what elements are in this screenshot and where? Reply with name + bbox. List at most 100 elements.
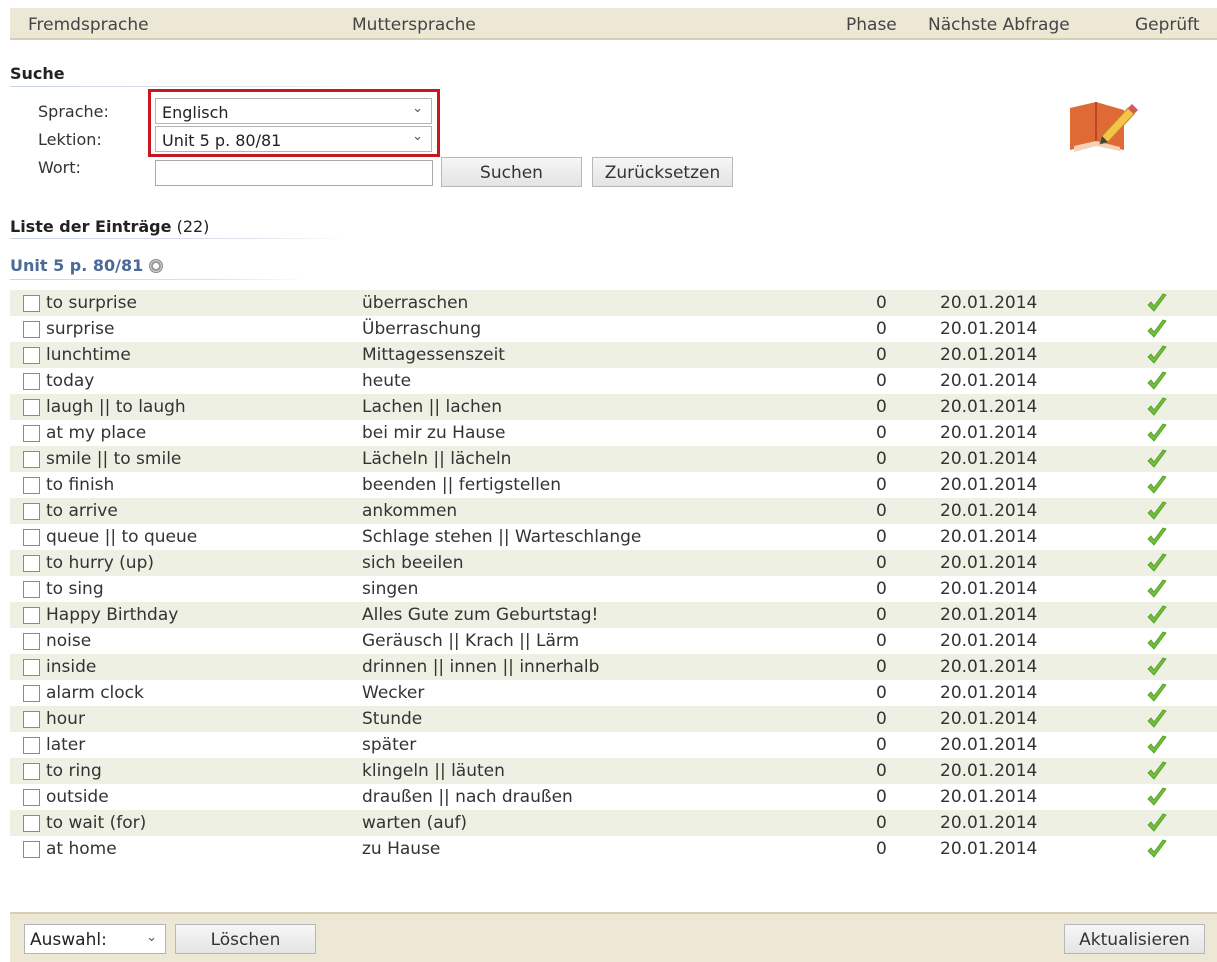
native-word: zu Hause <box>362 839 441 859</box>
phase-value: 0 <box>876 319 887 339</box>
table-row[interactable]: inside drinnen || innen || innerhalb 0 20.0… <box>10 654 1217 680</box>
row-checkbox[interactable] <box>23 451 40 468</box>
entries-list-title-text: Liste der Einträge <box>10 217 172 236</box>
table-row[interactable]: noise Geräusch || Krach || Lärm 0 20.01.201… <box>10 628 1217 654</box>
table-row[interactable]: Happy Birthday Alles Gute zum Geburtstag!… <box>10 602 1217 628</box>
delete-button[interactable]: Löschen <box>175 924 316 954</box>
foreign-word: to wait (for) <box>46 813 147 833</box>
table-row[interactable]: to finish beenden || fertigstellen 0 20.01.… <box>10 472 1217 498</box>
phase-value: 0 <box>876 501 887 521</box>
next-query-date: 20.01.2014 <box>940 527 1038 547</box>
table-row[interactable]: lunchtime Mittagessenszeit 0 20.01.2014 <box>10 342 1217 368</box>
checkmark-icon <box>1147 657 1167 676</box>
checkmark-icon <box>1147 605 1167 624</box>
row-checkbox[interactable] <box>23 841 40 858</box>
row-checkbox[interactable] <box>23 503 40 520</box>
lesson-select[interactable]: Unit 5 p. 80/81 ⌄ <box>155 126 432 152</box>
native-word: Lachen || lachen <box>362 397 503 417</box>
checkmark-icon <box>1147 527 1167 546</box>
phase-value: 0 <box>876 631 887 651</box>
next-query-date: 20.01.2014 <box>940 631 1038 651</box>
native-word: bei mir zu Hause <box>362 423 506 443</box>
table-row[interactable]: outside draußen || nach draußen 0 20.01.201… <box>10 784 1217 810</box>
table-row[interactable]: laugh || to laugh Lachen || lachen 0 20.01.… <box>10 394 1217 420</box>
selection-action-select[interactable]: Auswahl: ⌄ <box>24 924 166 954</box>
column-header-foreign[interactable]: Fremdsprache <box>28 15 149 35</box>
table-row[interactable]: to arrive ankommen 0 20.01.2014 <box>10 498 1217 524</box>
next-query-date: 20.01.2014 <box>940 293 1038 313</box>
table-row[interactable]: at home zu Hause 0 20.01.2014 <box>10 836 1217 862</box>
checkmark-icon <box>1147 683 1167 702</box>
row-checkbox[interactable] <box>23 763 40 780</box>
row-checkbox[interactable] <box>23 529 40 546</box>
next-query-date: 20.01.2014 <box>940 553 1038 573</box>
next-query-date: 20.01.2014 <box>940 371 1038 391</box>
table-row[interactable]: to ring klingeln || läuten 0 20.01.2014 <box>10 758 1217 784</box>
phase-value: 0 <box>876 813 887 833</box>
table-row[interactable]: to surprise überraschen 0 20.01.2014 <box>10 290 1217 316</box>
table-row[interactable]: queue || to queue Schlage stehen || Warte… <box>10 524 1217 550</box>
next-query-date: 20.01.2014 <box>940 787 1038 807</box>
search-section-divider <box>10 86 370 87</box>
table-row[interactable]: to hurry (up) sich beeilen 0 20.01.2014 <box>10 550 1217 576</box>
selection-action-value: Auswahl: <box>30 930 107 950</box>
native-word: draußen || nach draußen <box>362 787 573 807</box>
table-row[interactable]: to wait (for) warten (auf) 0 20.01.2014 <box>10 810 1217 836</box>
list-section-divider <box>10 238 350 239</box>
next-query-date: 20.01.2014 <box>940 839 1038 859</box>
row-checkbox[interactable] <box>23 607 40 624</box>
row-checkbox[interactable] <box>23 347 40 364</box>
foreign-word: to arrive <box>46 501 118 521</box>
table-row[interactable]: alarm clock Wecker 0 20.01.2014 <box>10 680 1217 706</box>
word-input[interactable] <box>155 160 433 186</box>
column-header-phase[interactable]: Phase <box>846 15 897 35</box>
word-label: Wort: <box>38 158 81 177</box>
phase-value: 0 <box>876 683 887 703</box>
phase-value: 0 <box>876 839 887 859</box>
reset-button[interactable]: Zurücksetzen <box>592 157 733 187</box>
table-row[interactable]: to sing singen 0 20.01.2014 <box>10 576 1217 602</box>
phase-value: 0 <box>876 527 887 547</box>
checkmark-icon <box>1147 579 1167 598</box>
table-row[interactable]: at my place bei mir zu Hause 0 20.01.2014 <box>10 420 1217 446</box>
column-header-checked[interactable]: Geprüft <box>1135 15 1200 35</box>
table-row[interactable]: hour Stunde 0 20.01.2014 <box>10 706 1217 732</box>
phase-value: 0 <box>876 787 887 807</box>
native-word: ankommen <box>362 501 458 521</box>
gear-icon[interactable] <box>149 259 164 273</box>
row-checkbox[interactable] <box>23 685 40 702</box>
row-checkbox[interactable] <box>23 477 40 494</box>
search-button[interactable]: Suchen <box>441 157 582 187</box>
row-checkbox[interactable] <box>23 295 40 312</box>
row-checkbox[interactable] <box>23 815 40 832</box>
row-checkbox[interactable] <box>23 425 40 442</box>
table-row[interactable]: smile || to smile Lächeln || lächeln 0 20.0… <box>10 446 1217 472</box>
row-checkbox[interactable] <box>23 659 40 676</box>
checkmark-icon <box>1147 345 1167 364</box>
row-checkbox[interactable] <box>23 321 40 338</box>
foreign-word: to sing <box>46 579 104 599</box>
row-checkbox[interactable] <box>23 399 40 416</box>
refresh-button[interactable]: Aktualisieren <box>1064 924 1205 954</box>
table-row[interactable]: today heute 0 20.01.2014 <box>10 368 1217 394</box>
foreign-word: to surprise <box>46 293 137 313</box>
row-checkbox[interactable] <box>23 555 40 572</box>
row-checkbox[interactable] <box>23 789 40 806</box>
foreign-word: Happy Birthday <box>46 605 179 625</box>
row-checkbox[interactable] <box>23 711 40 728</box>
row-checkbox[interactable] <box>23 581 40 598</box>
search-section-title: Suche <box>10 64 65 83</box>
phase-value: 0 <box>876 345 887 365</box>
table-row[interactable]: surprise Überraschung 0 20.01.2014 <box>10 316 1217 342</box>
row-checkbox[interactable] <box>23 633 40 650</box>
book-edit-icon <box>1070 102 1138 152</box>
language-select[interactable]: Englisch ⌄ <box>155 98 432 124</box>
column-header-next-query[interactable]: Nächste Abfrage <box>928 15 1070 35</box>
row-checkbox[interactable] <box>23 373 40 390</box>
column-header-native[interactable]: Muttersprache <box>352 15 476 35</box>
native-word: drinnen || innen || innerhalb <box>362 657 600 677</box>
native-word: heute <box>362 371 412 391</box>
table-row[interactable]: later später 0 20.01.2014 <box>10 732 1217 758</box>
row-checkbox[interactable] <box>23 737 40 754</box>
footer-bar: Auswahl: ⌄ Löschen Aktualisieren <box>10 912 1217 962</box>
